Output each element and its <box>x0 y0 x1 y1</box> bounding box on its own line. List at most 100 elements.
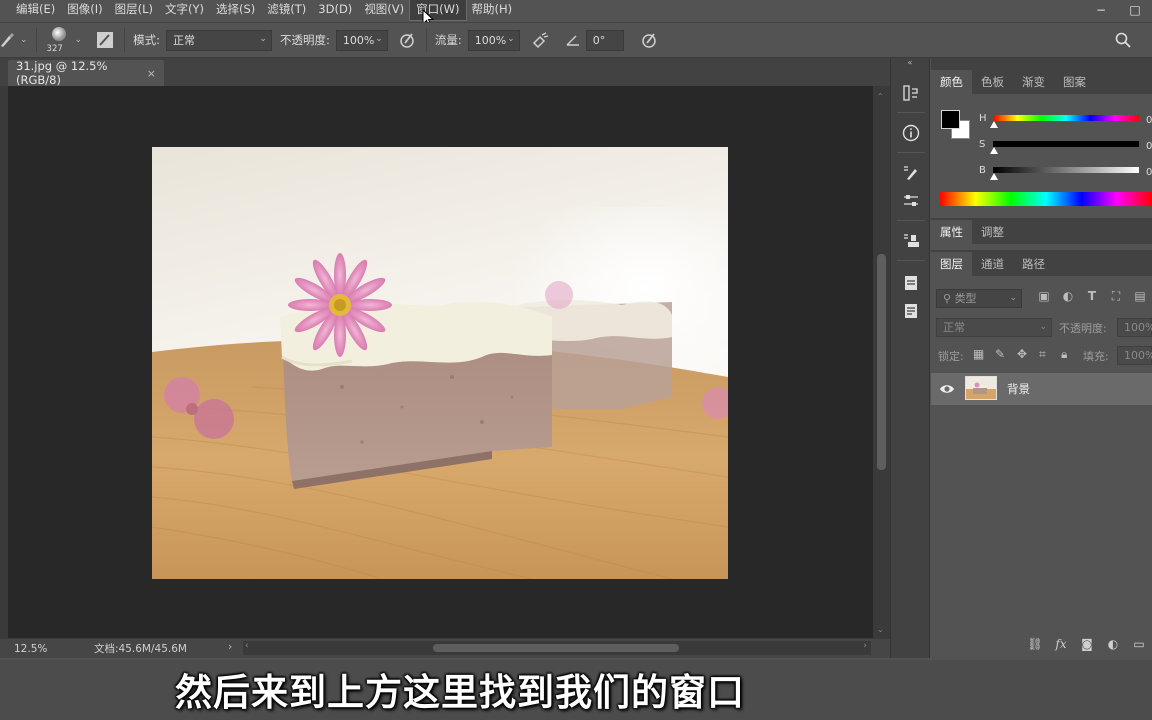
saturation-track[interactable] <box>993 141 1139 147</box>
menu-window[interactable]: 窗口(W) <box>409 0 467 21</box>
layer-opacity-field[interactable]: 100% <box>1117 318 1152 337</box>
brush-preset-picker[interactable]: 327 <box>45 23 75 57</box>
add-mask-icon[interactable]: ◙ <box>1074 633 1100 655</box>
lock-artboard-icon[interactable]: ⌗ <box>1039 347 1046 362</box>
tab-layers[interactable]: 图层 <box>931 252 972 276</box>
document-tab[interactable]: 31.jpg @ 12.5%(RGB/8) × <box>8 59 164 87</box>
document-tab-bar: 31.jpg @ 12.5%(RGB/8) × <box>0 58 890 87</box>
notes-panel-icon[interactable] <box>898 270 924 296</box>
scroll-down-arrow-icon[interactable]: ⌄ <box>877 625 884 634</box>
brush-settings-panel-icon[interactable] <box>898 160 924 186</box>
canvas-left-gutter <box>0 86 8 638</box>
angle-value: 0° <box>592 33 606 47</box>
menu-filter[interactable]: 滤镜(T) <box>261 0 312 20</box>
airbrush-icon[interactable] <box>530 29 552 51</box>
angle-field[interactable]: 0° <box>585 29 624 51</box>
filter-type-icon[interactable]: T <box>1083 289 1101 304</box>
opacity-field[interactable]: 100% ⌄ <box>335 29 388 51</box>
new-group-icon[interactable]: ▭ <box>1126 633 1152 655</box>
lock-transparent-icon[interactable]: ▦ <box>973 347 984 361</box>
new-adjustment-layer-icon[interactable]: ◐ <box>1100 633 1126 655</box>
tool-preset-chevron-icon[interactable]: ⌄ <box>20 35 28 45</box>
tab-swatches[interactable]: 色板 <box>972 70 1013 94</box>
brush-presets-panel-icon[interactable] <box>898 188 924 214</box>
hue-slider-knob[interactable] <box>990 121 998 128</box>
lock-image-icon[interactable]: ✎ <box>995 347 1005 361</box>
brightness-track[interactable] <box>993 167 1139 173</box>
tab-color[interactable]: 颜色 <box>931 70 972 94</box>
hue-label: H <box>979 113 987 124</box>
scroll-left-arrow-icon[interactable]: ‹ <box>245 641 249 651</box>
fill-field[interactable]: 100% <box>1117 346 1152 365</box>
layer-filter-select[interactable]: ⚲ 类型 ⌄ <box>936 289 1022 308</box>
tab-adjustments[interactable]: 调整 <box>972 220 1013 244</box>
history-panel-icon[interactable] <box>898 80 924 106</box>
horizontal-scroll-thumb[interactable] <box>433 644 679 652</box>
lock-position-icon[interactable]: ✥ <box>1017 347 1027 361</box>
eye-visibility-icon[interactable] <box>939 382 955 396</box>
menu-select[interactable]: 选择(S) <box>210 0 261 20</box>
collapse-panels-icon[interactable]: « <box>891 58 929 68</box>
filter-pixel-icon[interactable]: ▣ <box>1035 289 1053 304</box>
scroll-up-arrow-icon[interactable]: ⌃ <box>877 92 884 101</box>
menu-image[interactable]: 图像(I) <box>61 0 108 20</box>
brightness-value[interactable]: 0 <box>1146 167 1152 178</box>
foreground-color-swatch[interactable] <box>941 110 960 129</box>
color-spectrum-ramp[interactable] <box>940 192 1152 206</box>
glyphs-panel-icon[interactable] <box>898 298 924 324</box>
mode-value: 正常 <box>172 34 195 47</box>
tab-channels[interactable]: 通道 <box>972 252 1013 276</box>
scroll-right-arrow-icon[interactable]: › <box>863 641 867 651</box>
minimize-button[interactable]: − <box>1084 0 1118 20</box>
menu-view[interactable]: 视图(V) <box>358 0 410 20</box>
close-icon[interactable]: × <box>147 67 156 80</box>
layer-style-fx-icon[interactable]: fx <box>1048 633 1074 655</box>
tab-paths[interactable]: 路径 <box>1013 252 1054 276</box>
search-icon[interactable] <box>1112 29 1134 51</box>
tab-properties[interactable]: 属性 <box>931 220 972 244</box>
blend-mode-value: 正常 <box>943 321 965 334</box>
brush-settings-icon[interactable] <box>94 29 116 51</box>
info-panel-icon[interactable] <box>898 120 924 146</box>
pressure-opacity-icon[interactable] <box>396 29 418 51</box>
blend-mode-select[interactable]: 正常 ⌄ <box>936 318 1052 337</box>
menu-3d[interactable]: 3D(D) <box>312 0 358 20</box>
vertical-scroll-thumb[interactable] <box>877 254 886 470</box>
menu-help[interactable]: 帮助(H) <box>466 0 519 20</box>
zoom-level[interactable]: 12.5% <box>14 643 76 655</box>
menu-bar: 编辑(E) 图像(I) 图层(L) 文字(Y) 选择(S) 滤镜(T) 3D(D… <box>0 0 1152 21</box>
horizontal-scrollbar[interactable]: ‹ › <box>243 641 871 655</box>
tab-patterns[interactable]: 图案 <box>1054 70 1095 94</box>
maximize-button[interactable]: □ <box>1118 0 1152 20</box>
vertical-scrollbar[interactable]: ⌃ ⌄ <box>873 86 890 638</box>
hue-track[interactable] <box>993 115 1139 121</box>
brush-tool-icon[interactable] <box>0 29 18 51</box>
brush-preset-chevron-icon[interactable]: ⌄ <box>75 35 83 45</box>
status-menu-arrow-icon[interactable]: › <box>228 641 232 653</box>
brightness-slider-knob[interactable] <box>990 173 998 180</box>
hue-value[interactable]: 0 <box>1146 115 1152 126</box>
tab-gradients[interactable]: 渐变 <box>1013 70 1054 94</box>
flow-field[interactable]: 100% ⌄ <box>467 29 520 51</box>
layer-name[interactable]: 背景 <box>1007 381 1030 397</box>
filter-shape-icon[interactable]: ⛶ <box>1107 289 1125 304</box>
saturation-value[interactable]: 0 <box>1146 141 1152 152</box>
pressure-size-icon[interactable] <box>638 29 660 51</box>
lock-all-icon[interactable]: 🔒︎ <box>1061 347 1067 362</box>
layer-row-background[interactable]: 背景 <box>931 373 1152 405</box>
saturation-slider-knob[interactable] <box>990 147 998 154</box>
mode-select[interactable]: 正常 ⌄ <box>165 29 272 51</box>
menu-edit[interactable]: 编辑(E) <box>0 0 61 20</box>
brightness-slider[interactable]: B 0 <box>979 165 1152 181</box>
properties-panel-tabs: 属性 调整 <box>931 218 1152 244</box>
saturation-slider[interactable]: S 0 <box>979 139 1152 155</box>
hue-slider[interactable]: H 0 <box>979 113 1152 129</box>
window-controls: − □ <box>1084 0 1152 20</box>
link-layers-icon[interactable]: ⛓ <box>1022 633 1048 655</box>
menu-layer[interactable]: 图层(L) <box>109 0 159 20</box>
menu-type[interactable]: 文字(Y) <box>159 0 210 20</box>
filter-adjustment-icon[interactable]: ◐ <box>1059 289 1077 304</box>
document-image[interactable] <box>152 147 728 579</box>
filter-smart-object-icon[interactable]: ▤ <box>1131 289 1149 304</box>
clone-source-panel-icon[interactable] <box>898 228 924 254</box>
